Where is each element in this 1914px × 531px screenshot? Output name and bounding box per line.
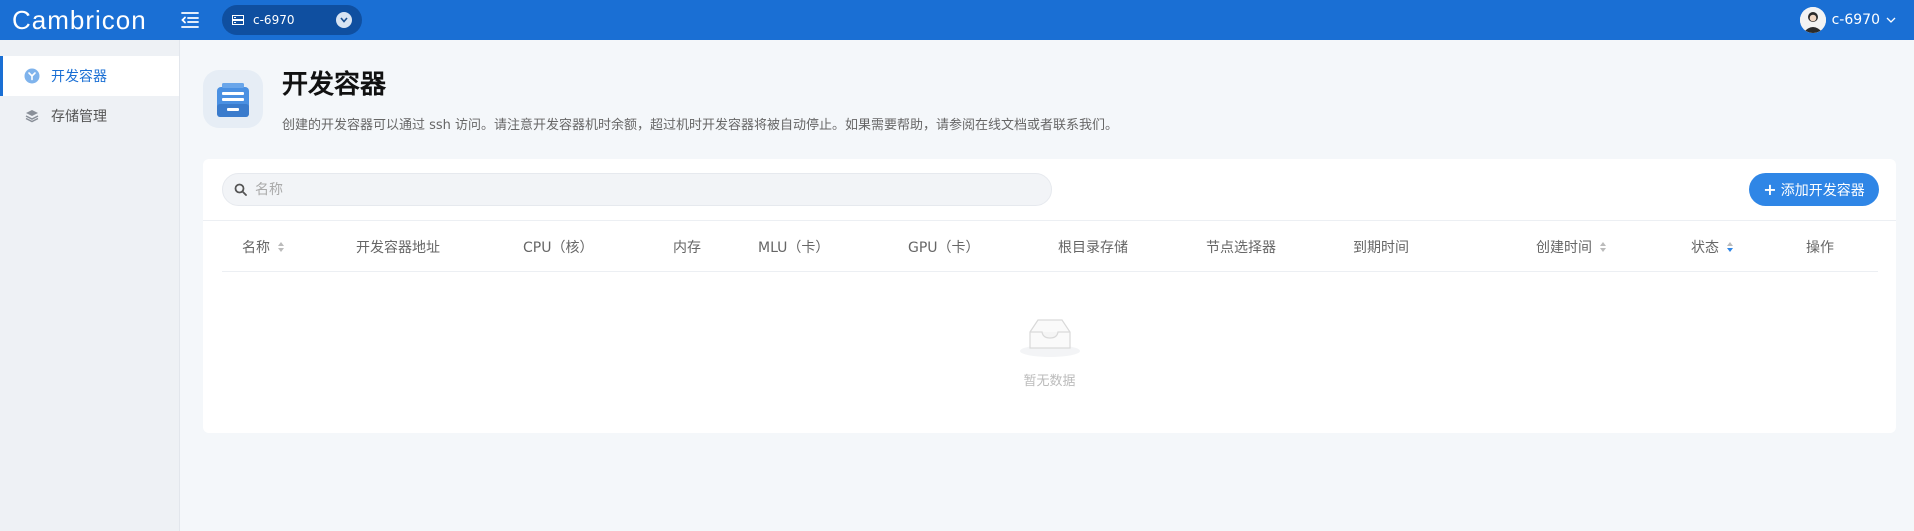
search-input[interactable] — [255, 181, 1051, 198]
page-description: 创建的开发容器可以通过 ssh 访问。请注意开发容器机时余额，超过机时开发容器将… — [282, 118, 1119, 133]
menu-collapse-icon[interactable] — [178, 8, 202, 32]
top-bar: Cambricon c-6970 c-6970 — [0, 0, 1914, 40]
container-list-card: + 添加开发容器 名称 开发容器地址 CPU（核） 内存 MLU（卡） GPU（… — [203, 159, 1896, 433]
user-menu[interactable]: c-6970 — [1799, 6, 1896, 34]
sidebar-item-dev-container[interactable]: 开发容器 — [0, 56, 179, 96]
add-button-label: 添加开发容器 — [1780, 182, 1865, 199]
search-icon — [234, 183, 247, 196]
page-title: 开发容器 — [282, 70, 387, 100]
column-header-actions: 操作 — [1806, 239, 1834, 256]
chevron-down-icon — [1886, 17, 1896, 23]
column-header-name[interactable]: 名称 — [242, 221, 284, 272]
empty-inbox-icon — [1019, 319, 1080, 357]
column-header-create-time[interactable]: 创建时间 — [1536, 221, 1606, 272]
empty-state: 暂无数据 — [203, 314, 1896, 389]
sidebar-item-storage[interactable]: 存储管理 — [0, 96, 179, 136]
column-header-expire-time: 到期时间 — [1353, 239, 1409, 256]
column-header-address: 开发容器地址 — [356, 239, 440, 256]
column-header-cpu: CPU（核） — [523, 239, 594, 256]
column-header-node-selector: 节点选择器 — [1206, 239, 1276, 256]
cluster-selector[interactable]: c-6970 — [222, 5, 362, 35]
server-icon — [232, 15, 244, 25]
column-header-status[interactable]: 状态 — [1691, 221, 1733, 272]
username: c-6970 — [1831, 12, 1880, 28]
cluster-name: c-6970 — [253, 13, 295, 27]
empty-text: 暂无数据 — [1023, 374, 1076, 389]
sidebar: 开发容器 存储管理 — [0, 40, 180, 531]
brand-logo[interactable]: Cambricon — [12, 6, 147, 34]
storage-icon — [24, 108, 40, 124]
sort-icon[interactable] — [1727, 241, 1733, 252]
column-header-root-storage: 根目录存储 — [1058, 239, 1128, 256]
sort-icon[interactable] — [1600, 241, 1606, 252]
chevron-down-icon — [336, 12, 352, 28]
sort-icon[interactable] — [278, 241, 284, 252]
search-box[interactable] — [222, 173, 1052, 206]
column-header-mlu: MLU（卡） — [758, 239, 830, 256]
dev-container-icon — [203, 70, 263, 128]
page-header: 开发容器 创建的开发容器可以通过 ssh 访问。请注意开发容器机时余额，超过机时… — [203, 70, 1903, 140]
sidebar-item-label: 存储管理 — [51, 109, 107, 125]
container-icon — [24, 68, 40, 84]
column-header-memory: 内存 — [673, 239, 701, 256]
column-header-gpu: GPU（卡） — [908, 239, 980, 256]
add-dev-container-button[interactable]: + 添加开发容器 — [1749, 173, 1879, 206]
sidebar-item-label: 开发容器 — [51, 69, 107, 85]
table-header: 名称 开发容器地址 CPU（核） 内存 MLU（卡） GPU（卡） 根目录存储 … — [222, 221, 1878, 272]
avatar — [1799, 7, 1826, 33]
plus-icon: + — [1763, 180, 1777, 199]
